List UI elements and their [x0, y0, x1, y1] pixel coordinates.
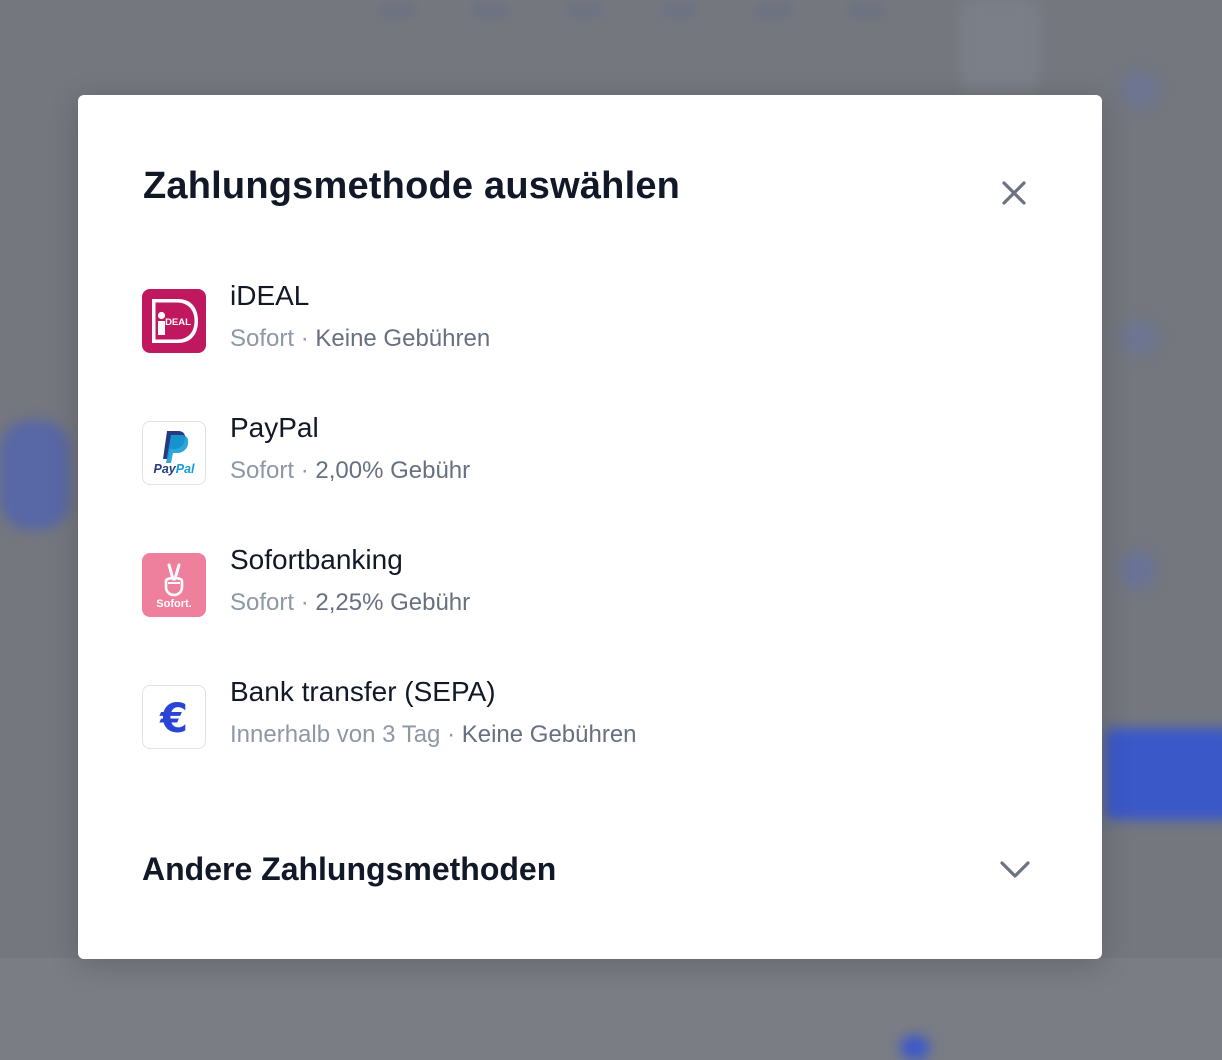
method-speed: Sofort: [230, 457, 295, 484]
method-fee: 2,00% Gebühr: [315, 457, 471, 484]
background-nav: [380, 4, 884, 18]
method-name: Bank transfer (SEPA): [230, 676, 496, 707]
method-details: Sofort · Keine Gebühren: [230, 325, 490, 353]
method-speed: Sofort: [230, 325, 295, 352]
background-icon: [1120, 70, 1160, 110]
meta-separator: ·: [300, 457, 309, 484]
payment-method-sepa[interactable]: € Bank transfer (SEPA) Innerhalb von 3 T…: [142, 676, 1022, 813]
meta-separator: ·: [447, 721, 456, 748]
close-icon: [1002, 181, 1026, 205]
background-icon: [1120, 550, 1156, 590]
payment-method-modal: Zahlungsmethode auswählen DEAL iDEAL Sof…: [78, 95, 1102, 959]
payment-method-list: DEAL iDEAL Sofort · Keine Gebühren PayPa…: [142, 280, 1022, 813]
method-details: Sofort · 2,00% Gebühr: [230, 457, 470, 485]
ideal-logo-icon: DEAL: [142, 289, 206, 353]
method-name: iDEAL: [230, 280, 310, 311]
method-details: Sofort · 2,25% Gebühr: [230, 589, 470, 617]
background-graphic: [0, 420, 70, 530]
other-payment-methods-toggle[interactable]: Andere Zahlungsmethoden: [142, 847, 1032, 891]
method-fee: Keine Gebühren: [461, 721, 637, 748]
svg-text:DEAL: DEAL: [165, 317, 191, 328]
background-icon: [1120, 320, 1160, 356]
svg-text:€: €: [159, 696, 188, 742]
method-fee: 2,25% Gebühr: [315, 589, 471, 616]
euro-icon: €: [142, 685, 206, 749]
paypal-logo-icon: PayPal: [142, 421, 206, 485]
background-icon: [900, 1035, 930, 1060]
background-column: [960, 0, 1040, 90]
chevron-down-icon: [1000, 861, 1030, 878]
modal-title: Zahlungsmethode auswählen: [143, 165, 681, 207]
meta-separator: ·: [300, 325, 309, 352]
payment-method-ideal[interactable]: DEAL iDEAL Sofort · Keine Gebühren: [142, 280, 1022, 417]
method-name: PayPal: [230, 412, 319, 443]
payment-method-sofortbanking[interactable]: Sofort. Sofortbanking Sofort · 2,25% Geb…: [142, 544, 1022, 681]
method-speed: Sofort: [230, 589, 295, 616]
svg-text:PayPal: PayPal: [153, 462, 195, 476]
method-speed: Innerhalb von 3 Tag: [230, 721, 441, 748]
method-name: Sofortbanking: [230, 544, 403, 575]
method-details: Innerhalb von 3 Tag · Keine Gebühren: [230, 721, 637, 749]
close-button[interactable]: [994, 173, 1034, 213]
meta-separator: ·: [300, 589, 309, 616]
svg-text:Sofort.: Sofort.: [156, 598, 191, 610]
background-button: [1105, 728, 1222, 820]
background-band: [0, 958, 1222, 1060]
payment-method-paypal[interactable]: PayPal PayPal Sofort · 2,00% Gebühr: [142, 412, 1022, 549]
method-fee: Keine Gebühren: [315, 325, 491, 352]
other-methods-label: Andere Zahlungsmethoden: [142, 851, 557, 887]
sofort-logo-icon: Sofort.: [142, 553, 206, 617]
